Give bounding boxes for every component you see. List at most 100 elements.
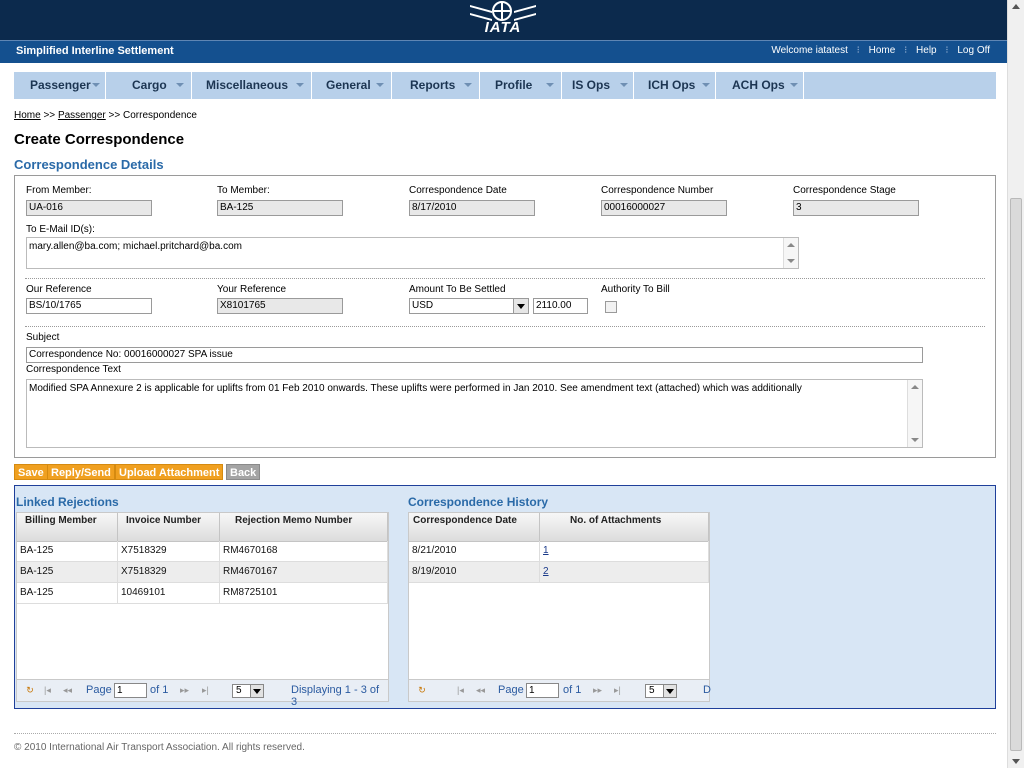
displaying-text: Displaying 1 - 3 of 3 xyxy=(291,684,380,708)
your-ref-label: Your Reference xyxy=(217,284,287,295)
from-member-field[interactable]: UA-016 xyxy=(26,200,152,216)
chevron-down-icon xyxy=(702,83,710,87)
cell-rejection-memo: RM4670167 xyxy=(220,562,388,582)
amount-label: Amount To Be Settled xyxy=(409,284,506,295)
col-invoice-number[interactable]: Invoice Number xyxy=(118,513,220,541)
history-title: Correspondence History xyxy=(408,495,549,509)
breadcrumb-passenger[interactable]: Passenger xyxy=(58,110,106,121)
prev-page-icon[interactable]: ◂◂ xyxy=(63,685,72,695)
your-ref-field[interactable]: X8101765 xyxy=(217,298,343,314)
attachments-link[interactable]: 2 xyxy=(543,566,549,577)
cell-invoice-number: X7518329 xyxy=(118,541,220,561)
from-member-label: From Member: xyxy=(26,185,92,196)
breadcrumb-home[interactable]: Home xyxy=(14,110,41,121)
page-count: of 1 xyxy=(563,684,582,696)
table-row[interactable]: BA-125 X7518329 RM4670168 xyxy=(17,541,388,562)
our-ref-field[interactable]: BS/10/1765 xyxy=(26,298,152,314)
page-input[interactable]: 1 xyxy=(114,683,147,698)
cell-attachments: 1 xyxy=(540,541,709,561)
to-member-field[interactable]: BA-125 xyxy=(217,200,343,216)
breadcrumb-current: Correspondence xyxy=(123,110,197,121)
amount-field[interactable]: 2110.00 xyxy=(533,298,588,314)
email-scrollbar[interactable] xyxy=(783,238,798,268)
refresh-icon[interactable]: ↻ xyxy=(417,685,427,695)
nav-general[interactable]: General xyxy=(312,72,392,99)
help-link[interactable]: Help xyxy=(916,45,937,56)
next-page-icon[interactable]: ▸▸ xyxy=(593,685,602,695)
corr-stage-label: Correspondence Stage xyxy=(793,185,896,196)
divider xyxy=(25,278,985,279)
page-label: Page xyxy=(498,684,524,696)
to-member-label: To Member: xyxy=(217,185,270,196)
text-scrollbar[interactable] xyxy=(907,380,922,447)
scroll-down-icon[interactable] xyxy=(1012,759,1020,764)
first-page-icon[interactable]: |◂ xyxy=(44,685,51,695)
page-label: Page xyxy=(86,684,112,696)
chevron-down-icon xyxy=(464,83,472,87)
col-corr-date[interactable]: Correspondence Date xyxy=(409,513,540,541)
col-billing-member[interactable]: Billing Member xyxy=(17,513,118,541)
col-attachments[interactable]: No. of Attachments xyxy=(540,513,709,541)
nav-miscellaneous[interactable]: Miscellaneous xyxy=(192,72,312,99)
nav-reports[interactable]: Reports xyxy=(392,72,480,99)
chevron-down-icon xyxy=(92,83,100,87)
next-page-icon[interactable]: ▸▸ xyxy=(180,685,189,695)
table-row[interactable]: 8/19/2010 2 xyxy=(409,562,709,583)
to-email-field[interactable]: mary.allen@ba.com; michael.pritchard@ba.… xyxy=(26,237,799,269)
table-row[interactable]: BA-125 X7518329 RM4670167 xyxy=(17,562,388,583)
app-bar: Simplified Interline Settlement Welcome … xyxy=(0,40,1007,63)
cell-billing-member: BA-125 xyxy=(17,583,118,603)
scroll-thumb[interactable] xyxy=(1010,198,1022,751)
correspondence-form: From Member: UA-016 To Member: BA-125 Co… xyxy=(14,175,996,458)
refresh-icon[interactable]: ↻ xyxy=(25,685,35,695)
corr-date-field[interactable]: 8/17/2010 xyxy=(409,200,535,216)
reply-send-button[interactable]: Reply/Send xyxy=(47,464,115,480)
cell-rejection-memo: RM8725101 xyxy=(220,583,388,603)
last-page-icon[interactable]: ▸| xyxy=(614,685,621,695)
nav-is-ops[interactable]: IS Ops xyxy=(562,72,634,99)
back-button[interactable]: Back xyxy=(226,464,261,480)
nav-cargo[interactable]: Cargo xyxy=(106,72,192,99)
prev-page-icon[interactable]: ◂◂ xyxy=(476,685,485,695)
save-button[interactable]: Save xyxy=(14,464,48,480)
top-header: IATA xyxy=(0,0,1007,40)
page-scrollbar[interactable] xyxy=(1007,0,1024,768)
footer-divider xyxy=(14,733,996,734)
corr-text-label: Correspondence Text xyxy=(26,364,121,375)
page-size-select[interactable]: 5 xyxy=(645,684,677,698)
divider xyxy=(25,326,985,327)
chevron-down-icon xyxy=(376,83,384,87)
page-input[interactable]: 1 xyxy=(526,683,559,698)
cell-corr-date: 8/21/2010 xyxy=(409,541,540,561)
home-link[interactable]: Home xyxy=(869,45,896,56)
corr-stage-field[interactable]: 3 xyxy=(793,200,919,216)
nav-profile[interactable]: Profile xyxy=(480,72,562,99)
attachments-link[interactable]: 1 xyxy=(543,545,549,556)
table-row[interactable]: BA-125 10469101 RM8725101 xyxy=(17,583,388,604)
authority-checkbox[interactable] xyxy=(605,301,617,313)
our-ref-label: Our Reference xyxy=(26,284,92,295)
corr-text-field[interactable]: Modified SPA Annexure 2 is applicable fo… xyxy=(26,379,923,448)
page-size-select[interactable]: 5 xyxy=(232,684,264,698)
corr-number-field[interactable]: 00016000027 xyxy=(601,200,727,216)
upload-attachment-button[interactable]: Upload Attachment xyxy=(115,464,224,480)
chevron-down-icon xyxy=(546,83,554,87)
grids-panel: Linked Rejections Correspondence History… xyxy=(14,485,996,709)
user-links: Welcome iatatest ⁝ Home ⁝ Help ⁝ Log Off xyxy=(771,45,990,56)
col-rejection-memo[interactable]: Rejection Memo Number xyxy=(220,513,388,541)
nav-passenger[interactable]: Passenger xyxy=(14,72,106,99)
chevron-down-icon xyxy=(790,83,798,87)
chevron-down-icon xyxy=(176,83,184,87)
corr-number-label: Correspondence Number xyxy=(601,185,714,196)
currency-select[interactable]: USD xyxy=(409,298,529,314)
chevron-down-icon xyxy=(620,83,628,87)
nav-ich-ops[interactable]: ICH Ops xyxy=(634,72,716,99)
scroll-up-icon[interactable] xyxy=(1012,4,1020,9)
last-page-icon[interactable]: ▸| xyxy=(202,685,209,695)
cell-billing-member: BA-125 xyxy=(17,562,118,582)
table-row[interactable]: 8/21/2010 1 xyxy=(409,541,709,562)
first-page-icon[interactable]: |◂ xyxy=(457,685,464,695)
subject-field[interactable]: Correspondence No: 00016000027 SPA issue xyxy=(26,347,923,363)
nav-ach-ops[interactable]: ACH Ops xyxy=(716,72,804,99)
logoff-link[interactable]: Log Off xyxy=(957,45,990,56)
